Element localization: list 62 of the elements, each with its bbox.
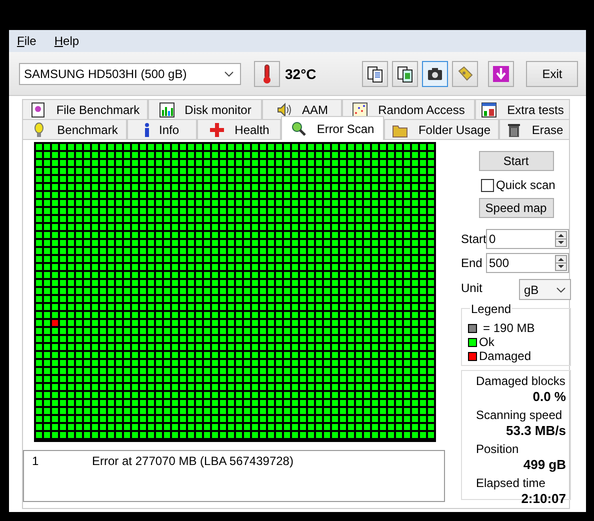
chart-icon bbox=[158, 102, 175, 118]
copy-image-icon bbox=[396, 64, 414, 82]
stat-label: Position bbox=[476, 441, 520, 457]
search-icon bbox=[290, 120, 307, 136]
end-field[interactable]: 500 bbox=[486, 253, 569, 273]
toolbar-button[interactable] bbox=[362, 60, 388, 86]
stat-label: Elapsed time bbox=[476, 475, 546, 491]
start-button[interactable]: Start bbox=[478, 151, 554, 171]
tab[interactable]: Erase bbox=[499, 119, 570, 139]
legend-label: Ok bbox=[479, 335, 494, 349]
checkbox-label: Quick scan bbox=[496, 178, 556, 192]
log-number: 1 bbox=[32, 454, 40, 468]
toolbar-button[interactable] bbox=[422, 60, 448, 86]
stat-value: 53.3 MB/s bbox=[505, 423, 566, 438]
tab[interactable]: Health bbox=[197, 119, 281, 139]
exit-button[interactable]: Exit bbox=[526, 60, 578, 86]
menu-item[interactable]: File bbox=[15, 34, 38, 48]
temperature-button[interactable] bbox=[254, 60, 280, 86]
scatter-icon bbox=[352, 102, 368, 118]
tab[interactable]: Error Scan bbox=[281, 116, 384, 140]
spinner-icon bbox=[555, 231, 567, 247]
drive-dropdown[interactable]: SAMSUNG HD503HI (500 gB) bbox=[19, 62, 241, 84]
stat-value: 499 gB bbox=[522, 457, 566, 472]
thermometer-icon bbox=[262, 64, 272, 84]
stat-value: 0.0 % bbox=[532, 389, 566, 404]
caret-icon bbox=[224, 70, 234, 76]
cross-icon bbox=[208, 122, 225, 138]
quick-scan-checkbox[interactable] bbox=[481, 178, 494, 192]
temperature-reading: 32°C bbox=[285, 66, 316, 82]
tab[interactable]: Info bbox=[127, 119, 197, 139]
stat-value: 2:10:07 bbox=[520, 491, 566, 506]
download-icon bbox=[492, 64, 510, 82]
field-label: Unit bbox=[461, 281, 482, 295]
stat-label: Scanning speed bbox=[476, 407, 564, 423]
tab[interactable]: Disk monitor bbox=[148, 99, 262, 119]
tab[interactable]: File Benchmark bbox=[22, 99, 148, 119]
stat-label: Damaged blocks bbox=[476, 373, 566, 389]
speaker-icon bbox=[276, 102, 292, 118]
unit-dropdown[interactable]: gB bbox=[519, 279, 571, 300]
copy-icon bbox=[366, 64, 384, 82]
tab[interactable]: Extra tests bbox=[475, 99, 570, 119]
tab[interactable]: Benchmark bbox=[22, 119, 127, 139]
speed-map-button[interactable]: Speed map bbox=[478, 198, 554, 218]
start-field[interactable]: 0 bbox=[486, 229, 569, 249]
legend-label: Damaged bbox=[479, 349, 532, 363]
trash-icon bbox=[506, 122, 522, 138]
toolbar-button[interactable] bbox=[392, 60, 418, 86]
damaged-block bbox=[52, 320, 58, 326]
tab[interactable]: Random Access bbox=[342, 99, 475, 119]
document-icon bbox=[30, 102, 46, 118]
legend-title: Legend bbox=[470, 302, 512, 316]
menu-item[interactable]: Help bbox=[52, 34, 82, 48]
field-label: End bbox=[461, 256, 484, 270]
legend-label: = 190 MB bbox=[483, 321, 535, 335]
tab[interactable]: Folder Usage bbox=[384, 119, 499, 139]
info-icon bbox=[144, 122, 149, 136]
caret-icon bbox=[556, 286, 566, 292]
field-label: Start bbox=[461, 232, 486, 246]
log-message: Error at 277070 MB (LBA 567439728) bbox=[92, 454, 294, 468]
grid-chart-icon bbox=[481, 102, 498, 118]
spinner-icon bbox=[555, 255, 567, 271]
tag-icon bbox=[456, 64, 474, 82]
